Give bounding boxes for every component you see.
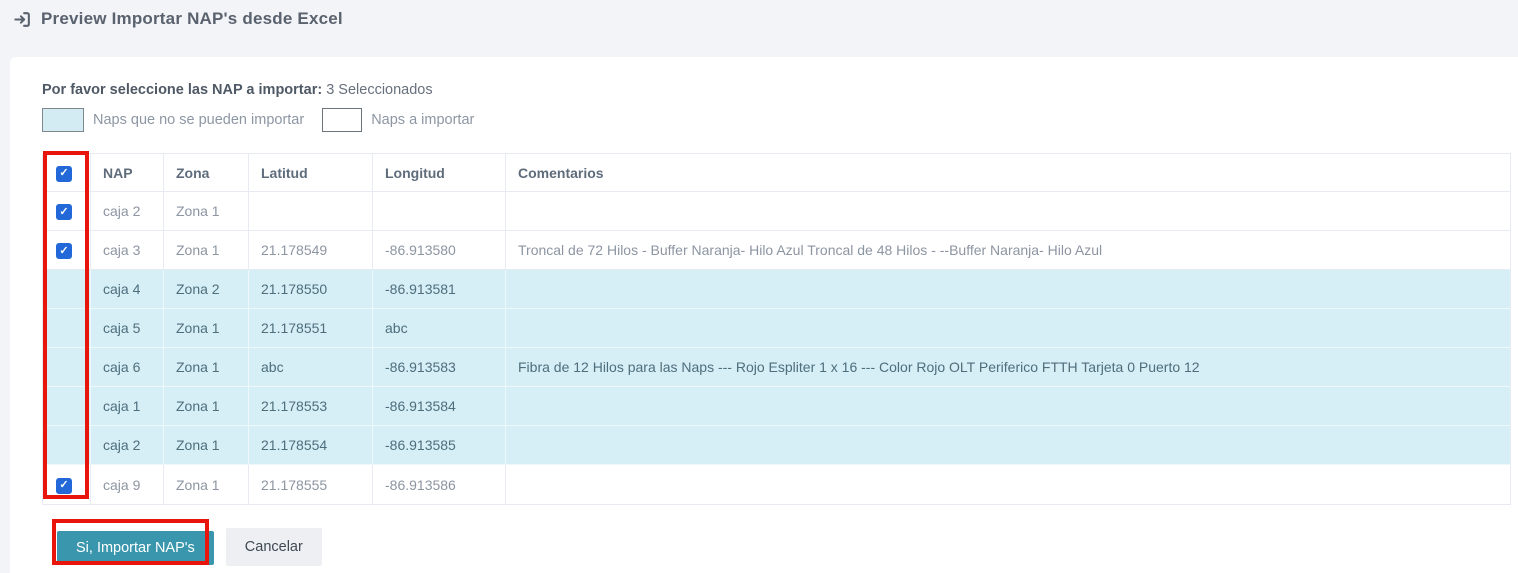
legend-label-not-importable: Naps que no se pueden importar [93,112,304,128]
cell-nap: caja 2 [91,426,164,465]
cancel-button[interactable]: Cancelar [226,528,322,566]
cell-comentarios: Troncal de 72 Hilos - Buffer Naranja- Hi… [506,231,1510,270]
selection-count: 3 Seleccionados [326,82,432,98]
table-body: ✓caja 2Zona 1✓caja 3Zona 121.178549-86.9… [43,192,1510,504]
actions-bar: Si, Importar NAP's Cancelar [57,528,1518,566]
table-row: caja 4Zona 221.178550-86.913581 [43,270,1510,309]
cell-nap: caja 4 [91,270,164,309]
column-header-comentarios: Comentarios [506,154,1510,192]
row-checkbox-cell [43,387,91,426]
cell-comentarios [506,426,1510,465]
cell-latitud: abc [249,348,373,387]
cell-comentarios [506,309,1510,348]
table-row: caja 2Zona 121.178554-86.913585 [43,426,1510,465]
row-checkbox-cell [43,348,91,387]
row-checkbox-cell: ✓ [43,465,91,504]
cell-longitud: -86.913580 [373,231,506,270]
table-row: caja 6Zona 1abc-86.913583Fibra de 12 Hil… [43,348,1510,387]
cell-nap: caja 6 [91,348,164,387]
cell-zona: Zona 1 [164,309,249,348]
table-row: ✓ caja 9Zona 121.178555-86.913586 [43,465,1510,504]
row-checkbox-cell: ✓ [43,231,91,270]
row-checkbox[interactable]: ✓ [56,243,72,259]
cell-zona: Zona 1 [164,426,249,465]
cell-latitud: 21.178549 [249,231,373,270]
cell-longitud: -86.913583 [373,348,506,387]
row-checkbox-cell [43,270,91,309]
table-row: caja 1Zona 121.178553-86.913584 [43,387,1510,426]
cell-latitud: 21.178554 [249,426,373,465]
cell-nap: caja 2 [91,192,164,231]
row-checkbox-cell [43,309,91,348]
cell-zona: Zona 1 [164,192,249,231]
page-title: Preview Importar NAP's desde Excel [41,9,343,29]
legend: Naps que no se pueden importar Naps a im… [42,107,1518,133]
cell-longitud: -86.913585 [373,426,506,465]
content-card: Por favor seleccione las NAP a importar:… [10,57,1518,573]
cell-comentarios [506,387,1510,426]
cell-latitud: 21.178553 [249,387,373,426]
legend-label-importable: Naps a importar [371,112,474,128]
cell-longitud: abc [373,309,506,348]
cell-zona: Zona 1 [164,387,249,426]
table-row: ✓ caja 2Zona 1 [43,192,1510,231]
page-header: Preview Importar NAP's desde Excel [13,9,343,29]
selection-instruction: Por favor seleccione las NAP a importar:… [42,81,1518,99]
naps-table: ✓ NAP Zona Latitud Longitud Comentarios … [42,153,1511,505]
row-checkbox[interactable]: ✓ [56,204,72,220]
sign-in-icon [13,10,32,29]
cell-comentarios [506,465,1510,504]
cell-zona: Zona 1 [164,231,249,270]
cell-nap: caja 9 [91,465,164,504]
cell-longitud [373,192,506,231]
cell-zona: Zona 1 [164,465,249,504]
cell-comentarios: Fibra de 12 Hilos para las Naps --- Rojo… [506,348,1510,387]
cell-nap: caja 1 [91,387,164,426]
cell-comentarios [506,270,1510,309]
select-all-cell: ✓ [43,154,91,192]
cell-latitud: 21.178550 [249,270,373,309]
cell-comentarios [506,192,1510,231]
table-header-row: ✓ NAP Zona Latitud Longitud Comentarios [43,154,1510,192]
cell-zona: Zona 1 [164,348,249,387]
legend-swatch-not-importable [42,108,84,132]
row-checkbox[interactable]: ✓ [56,478,72,494]
column-header-longitud: Longitud [373,154,506,192]
cell-latitud: 21.178555 [249,465,373,504]
table-row: caja 5Zona 121.178551abc [43,309,1510,348]
cell-latitud [249,192,373,231]
cell-nap: caja 3 [91,231,164,270]
selection-instruction-label: Por favor seleccione las NAP a importar: [42,82,322,98]
table-row: ✓ caja 3Zona 121.178549-86.913580Troncal … [43,231,1510,270]
import-confirm-button[interactable]: Si, Importar NAP's [57,531,214,565]
row-checkbox-cell: ✓ [43,192,91,231]
column-header-nap: NAP [91,154,164,192]
cell-longitud: -86.913584 [373,387,506,426]
cell-nap: caja 5 [91,309,164,348]
cell-latitud: 21.178551 [249,309,373,348]
cell-longitud: -86.913581 [373,270,506,309]
legend-swatch-importable [322,108,362,132]
row-checkbox-cell [43,426,91,465]
cell-longitud: -86.913586 [373,465,506,504]
cell-zona: Zona 2 [164,270,249,309]
column-header-zona: Zona [164,154,249,192]
select-all-checkbox[interactable]: ✓ [56,166,72,182]
column-header-latitud: Latitud [249,154,373,192]
